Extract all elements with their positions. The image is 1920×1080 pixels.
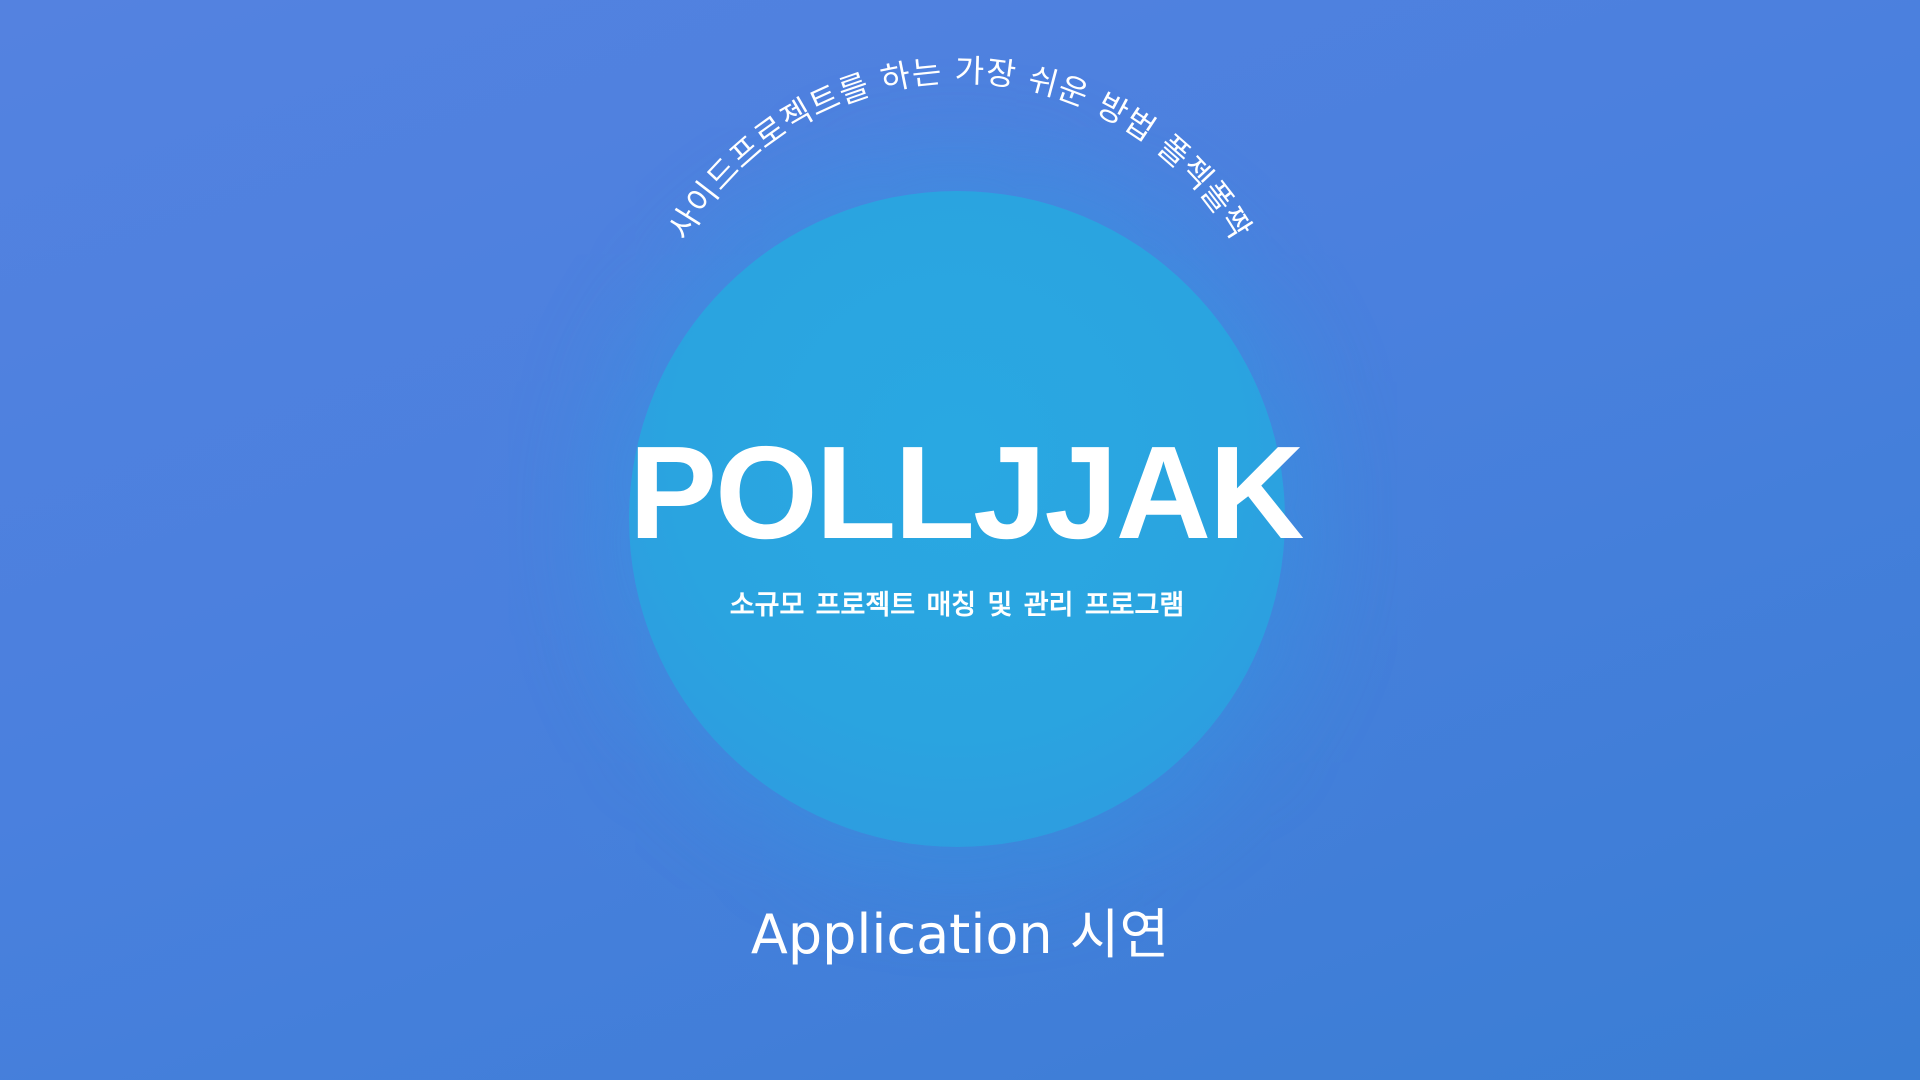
- app-title: POLLJJAK: [629, 419, 1304, 566]
- app-subtitle: 소규모 프로젝트 매칭 및 관리 프로그램: [729, 590, 1185, 621]
- demo-label: Application 시연: [750, 903, 1170, 966]
- tagline-text: 사이드프로젝트를 하는 가장 쉬운 방법 폴젝폴짝: [660, 52, 1259, 247]
- title-slide: 사이드프로젝트를 하는 가장 쉬운 방법 폴젝폴짝 POLLJJAK 소규모 프…: [0, 0, 1920, 1080]
